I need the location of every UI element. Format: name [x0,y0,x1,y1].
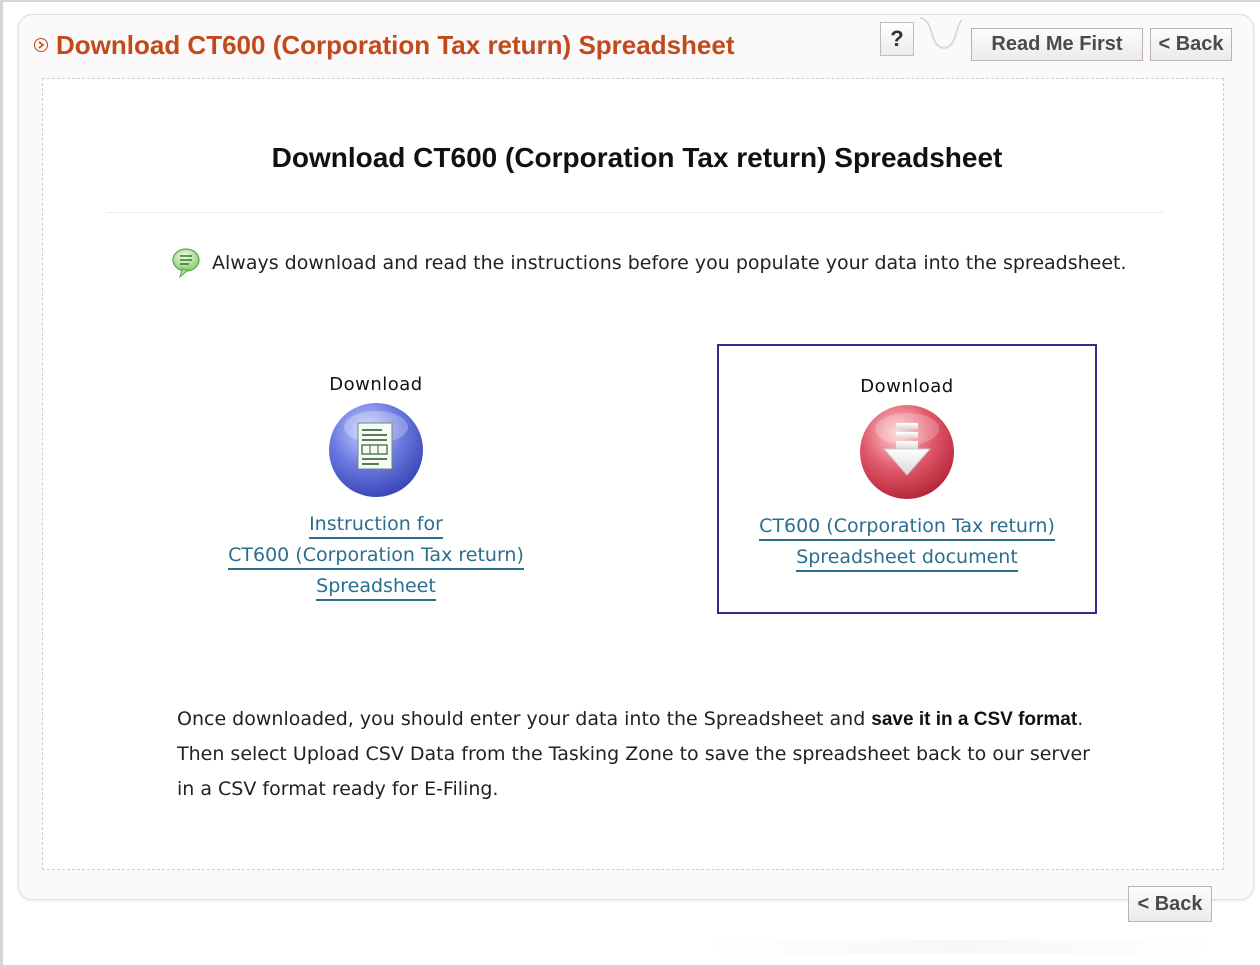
footer-text-part-2: . [1077,708,1084,730]
footer-line-2: Then select Upload CSV Data from the Tas… [177,743,1090,765]
read-me-first-button[interactable]: Read Me First [971,28,1143,61]
instruction-link-line-2[interactable]: CT600 (Corporation Tax return) [228,544,524,570]
spreadsheet-link-line-2[interactable]: Spreadsheet document [796,546,1018,572]
back-button-top[interactable]: < Back [1150,28,1232,61]
instruction-link-line-3[interactable]: Spreadsheet [316,575,436,601]
speech-bubble-icon [172,248,200,279]
tab-notch-decoration [919,17,962,49]
footer-line-3: in a CSV format ready for E-Filing. [177,778,499,800]
footer-text-part-1: Once downloaded, you should enter your d… [177,708,872,730]
page-header-title: Download CT600 (Corporation Tax return) … [56,29,735,60]
instruction-link-line-1[interactable]: Instruction for [309,513,443,539]
main-title: Download CT600 (Corporation Tax return) … [271,142,1003,173]
download-heading: Download [860,376,954,397]
footer-instructions: Once downloaded, you should enter your d… [177,702,1137,807]
footer-bold-text: save it in a CSV format [871,709,1078,730]
download-card-spreadsheet: Download CT600 (Corporation Tax return) … [717,344,1097,614]
spreadsheet-link-line-1[interactable]: CT600 (Corporation Tax return) [759,515,1055,541]
window-top-edge [0,0,1260,2]
download-links-instructions: Instruction for CT600 (Corporation Tax r… [228,513,524,601]
notice-text: Always download and read the instruction… [212,252,1127,274]
download-card-instructions: Download Instruction for CT600 (Corporat… [186,344,566,614]
download-heading: Download [329,374,423,395]
instruction-notice: Always download and read the instruction… [170,246,1127,280]
divider [106,212,1164,213]
document-icon[interactable] [327,401,425,499]
page-header: Download CT600 (Corporation Tax return) … [34,28,735,62]
bottom-shadow-decoration [700,940,1220,954]
download-links-spreadsheet: CT600 (Corporation Tax return) Spreadshe… [759,515,1055,572]
circle-arrow-icon [34,38,48,52]
help-button[interactable]: ? [880,22,914,56]
download-arrow-icon[interactable] [858,403,956,501]
footer-line-1: Once downloaded, you should enter your d… [177,702,1137,737]
back-button-bottom[interactable]: < Back [1128,886,1212,922]
